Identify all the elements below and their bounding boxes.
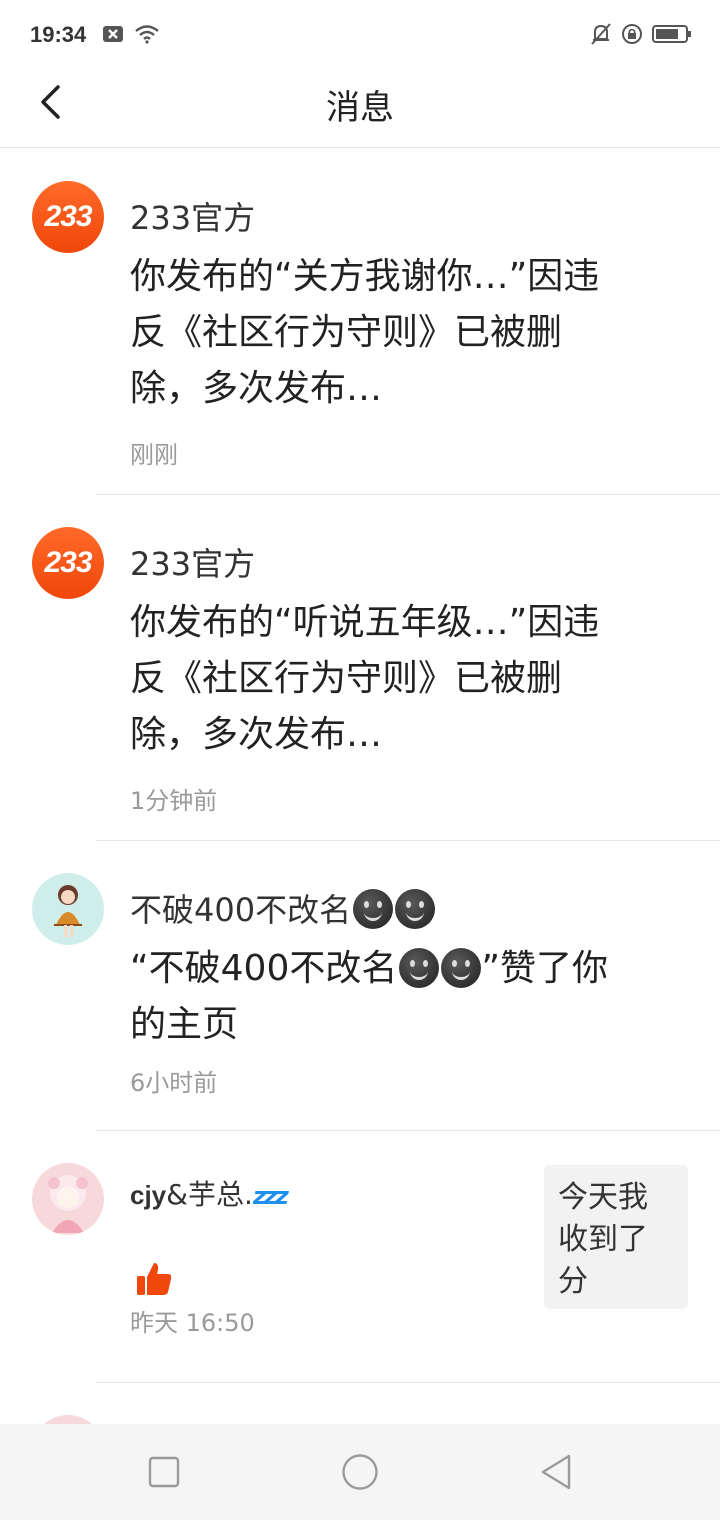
message-time: 昨天 16:50 xyxy=(130,1309,255,1337)
avatar-logo-text: 233 xyxy=(44,546,92,579)
message-sender: cjy&芋总.zzz xyxy=(130,1173,289,1213)
wifi-icon xyxy=(134,24,160,48)
dark-smiley-emoji-icon xyxy=(441,948,482,988)
message-time: 刚刚 xyxy=(130,441,178,469)
avatar-233-official[interactable]: 233 xyxy=(32,181,104,253)
message-body: 你发布的“听说五年级…”因违反《社区行为守则》已被删除，多次发布… xyxy=(130,602,600,755)
sender-name: 不破400不改名 xyxy=(130,891,352,929)
message-sender: 233官方 xyxy=(130,199,256,237)
message-time: 1分钟前 xyxy=(130,787,218,815)
message-item[interactable]: cjy&芋总.zzz 昨天 16:50 今天我收到了分 xyxy=(0,1131,720,1383)
avatar-user[interactable] xyxy=(32,1163,104,1235)
triangle-back-icon xyxy=(541,1454,571,1490)
rotation-lock-icon xyxy=(620,22,644,50)
message-item[interactable]: 233 233官方 你发布的“关方我谢你…”因违反《社区行为守则》已被删除，多次… xyxy=(0,149,720,495)
message-item[interactable]: 233 233官方 你发布的“听说五年级…”因违反《社区行为守则》已被删除，多次… xyxy=(0,495,720,841)
notification-close-icon xyxy=(102,24,124,48)
thumbs-up-icon xyxy=(134,1259,174,1299)
dark-smiley-emoji-icon xyxy=(353,889,394,929)
dark-smiley-emoji-icon xyxy=(395,889,436,929)
system-back-button[interactable] xyxy=(536,1452,576,1492)
message-sender: 233官方 xyxy=(130,545,256,583)
avatar-illustration xyxy=(54,885,82,937)
status-time: 19:34 xyxy=(30,22,87,47)
header-bar: 消息 xyxy=(0,72,720,148)
square-icon xyxy=(148,1456,180,1488)
sender-name-suffix: &芋总. xyxy=(166,1178,253,1211)
mute-bell-icon xyxy=(590,22,612,50)
avatar-illustration xyxy=(48,1175,88,1233)
system-nav-bar xyxy=(0,1424,720,1520)
dark-smiley-emoji-icon xyxy=(399,948,440,988)
message-item[interactable]: 不破400不改名 “不破400不改名 ”赞了你的主页 6小时前 xyxy=(0,841,720,1131)
recent-apps-button[interactable] xyxy=(144,1452,184,1492)
message-sender: 不破400不改名 xyxy=(130,885,436,931)
circle-icon xyxy=(342,1454,378,1490)
avatar-logo-text: 233 xyxy=(44,200,92,233)
sleep-zzz-icon: zzz xyxy=(252,1182,289,1210)
home-button[interactable] xyxy=(340,1452,380,1492)
message-list[interactable]: 233 233官方 你发布的“关方我谢你…”因违反《社区行为守则》已被删除，多次… xyxy=(0,149,720,1443)
body-prefix: “不破400不改名 xyxy=(130,948,398,989)
status-bar: 19:34 xyxy=(0,0,720,72)
message-body: 你发布的“关方我谢你…”因违反《社区行为守则》已被删除，多次发布… xyxy=(130,256,600,409)
avatar-233-official[interactable]: 233 xyxy=(32,527,104,599)
sender-name-prefix: cjy xyxy=(130,1180,167,1210)
page-title: 消息 xyxy=(326,88,394,128)
message-body: “不破400不改名 ”赞了你的主页 xyxy=(130,941,630,1053)
message-time: 6小时前 xyxy=(130,1069,218,1097)
message-preview[interactable]: 今天我收到了分 xyxy=(544,1165,688,1309)
battery-icon xyxy=(652,24,692,48)
status-icons-left xyxy=(102,24,160,48)
avatar-user[interactable] xyxy=(32,873,104,945)
status-icons-right xyxy=(590,22,692,50)
